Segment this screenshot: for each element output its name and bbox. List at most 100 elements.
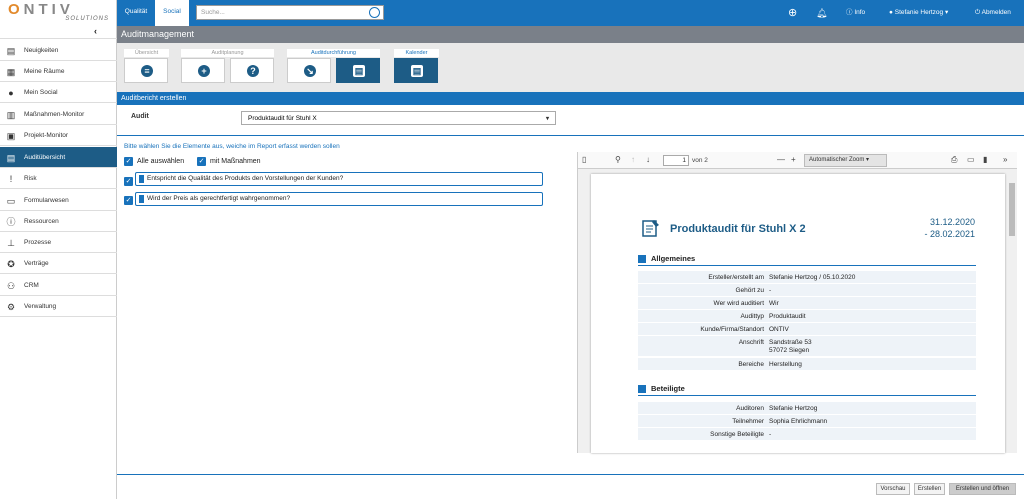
tab-social[interactable]: Social: [155, 0, 189, 26]
item-2-checkbox[interactable]: ✓: [124, 196, 133, 205]
more-tools-icon[interactable]: »: [1003, 155, 1007, 164]
list-item[interactable]: Entspricht die Qualität des Produkts den…: [135, 172, 543, 186]
table-row: Wer wird auditiert Wir: [638, 297, 976, 310]
audit-label: Audit: [131, 113, 149, 120]
pdf-toolbar: ▯ ⚲ ↑ ↓ 1 von 2 — + Automatischer Zoom ▾…: [578, 152, 1017, 169]
add-icon[interactable]: ⊕: [788, 0, 797, 26]
group-execution-label: Auditdurchführung: [287, 49, 380, 57]
page-number-input[interactable]: 1: [663, 155, 689, 166]
folder-icon[interactable]: ▭: [967, 155, 975, 164]
table-row: Audittyp Produktaudit: [638, 310, 976, 323]
sidebar-collapse-button[interactable]: ‹: [0, 26, 117, 39]
sidebar-item-rooms[interactable]: ▦ Meine Räume: [0, 61, 117, 82]
audit-select[interactable]: Produktaudit für Stuhl X ▾: [241, 111, 556, 125]
search-icon[interactable]: ⚲: [615, 155, 621, 164]
arrow-up-icon[interactable]: ↑: [631, 155, 635, 164]
item-marker: [139, 175, 144, 183]
section-header: Auditbericht erstellen: [117, 92, 1024, 105]
resources-icon: ⓘ: [6, 217, 16, 227]
execute-button[interactable]: ↘: [287, 58, 331, 83]
section-marker: [638, 385, 646, 393]
with-measures-checkbox[interactable]: ✓: [197, 157, 206, 166]
sidebar-item-risk[interactable]: ! Risk: [0, 168, 117, 189]
zoom-in-icon[interactable]: +: [791, 155, 796, 164]
sidebar-item-crm[interactable]: ⚇ CRM: [0, 275, 117, 296]
plus-icon: +: [198, 65, 210, 77]
footer-actions: Vorschau Erstellen Erstellen und öffnen: [117, 474, 1024, 499]
page-count: von 2: [692, 157, 708, 164]
user-menu[interactable]: ● Stefanie Hertzog ▾: [889, 0, 948, 26]
item-marker: [139, 195, 144, 203]
zoom-select[interactable]: Automatischer Zoom ▾: [804, 154, 887, 167]
calendar-button[interactable]: ▤: [394, 58, 438, 83]
report-button[interactable]: ▤: [336, 58, 380, 83]
table-row: Teilnehmer Sophia Ehrlichmann: [638, 415, 976, 428]
sidebar-item-audit[interactable]: ▤ Auditübersicht: [0, 147, 117, 168]
sidebar: ONTIV SOLUTIONS ‹ ▤ Neuigkeiten ▦ Meine Rä…: [0, 0, 117, 499]
sidebar-item-resources[interactable]: ⓘ Ressourcen: [0, 211, 117, 232]
logout-icon: ⏻: [975, 9, 981, 16]
arrow-icon: ↘: [304, 65, 316, 77]
item-1-checkbox[interactable]: ✓: [124, 177, 133, 186]
question-icon: ?: [247, 65, 259, 77]
table-row: Kunde/Firma/Standort ONTIV: [638, 323, 976, 336]
add-plan-button[interactable]: +: [181, 58, 225, 83]
info-icon: ⓘ: [846, 9, 853, 16]
help-plan-button[interactable]: ?: [230, 58, 274, 83]
project-icon: ▣: [6, 131, 16, 141]
sidebar-item-projects[interactable]: ▣ Projekt-Monitor: [0, 125, 117, 146]
pdf-page: Produktaudit für Stuhl X 2 31.12.2020- 2…: [591, 174, 1005, 453]
table-row: Ersteller/erstellt am Stefanie Hertzog / …: [638, 271, 976, 284]
logo-o: O: [8, 1, 24, 18]
caret-down-icon: ▾: [545, 116, 549, 122]
with-measures-label: mit Maßnahmen: [210, 158, 261, 165]
news-icon: ▤: [6, 46, 16, 56]
zoom-out-icon[interactable]: —: [777, 155, 785, 164]
audit-row: Audit Produktaudit für Stuhl X ▾: [117, 105, 1024, 136]
scroll-thumb[interactable]: [1009, 183, 1015, 236]
preview-button[interactable]: Vorschau: [876, 483, 910, 495]
user-icon: ●: [8, 88, 14, 98]
select-all-checkbox[interactable]: ✓: [124, 157, 133, 166]
logout-button[interactable]: ⏻ Abmelden: [975, 0, 1011, 26]
search-input[interactable]: Suche...: [196, 5, 384, 20]
print-icon[interactable]: ⎙: [951, 155, 957, 165]
search-placeholder: Suche...: [201, 9, 225, 16]
section-general-heading: Allgemeines: [638, 254, 976, 266]
grid-icon: ▦: [6, 67, 16, 77]
info-button[interactable]: ⓘ Info: [846, 0, 865, 26]
user-icon: ●: [889, 9, 893, 16]
create-open-button[interactable]: Erstellen und öffnen: [949, 483, 1016, 495]
select-all-label: Alle auswählen: [137, 158, 185, 165]
search-icon[interactable]: [369, 7, 380, 18]
instruction-text: Bitte wählen Sie die Elemente aus, weich…: [124, 143, 340, 150]
arrow-down-icon[interactable]: ↓: [646, 155, 650, 164]
sidebar-item-news[interactable]: ▤ Neuigkeiten: [0, 40, 117, 61]
bookmark-icon[interactable]: ▮: [983, 155, 987, 164]
sidebar-toggle-icon[interactable]: ▯: [582, 155, 586, 164]
overview-button[interactable]: ≡: [124, 58, 168, 83]
sidebar-item-forms[interactable]: ▭ Formularwesen: [0, 190, 117, 211]
list-icon: ≡: [141, 65, 153, 77]
section-participants-heading: Beteiligte: [638, 384, 976, 396]
sidebar-item-processes[interactable]: ⊥ Prozesse: [0, 232, 117, 253]
list-item[interactable]: Wird der Preis als gerechtfertigt wahrge…: [135, 192, 543, 206]
caret-down-icon: ▾: [944, 9, 949, 16]
gear-icon: ⚙: [6, 302, 16, 312]
sidebar-item-social[interactable]: ● Mein Social: [0, 82, 117, 103]
sidebar-item-admin[interactable]: ⚙ Verwaltung: [0, 296, 117, 317]
risk-icon: !: [9, 174, 13, 184]
bell-icon[interactable]: 🔔︎: [816, 0, 827, 26]
audit-icon: ▤: [6, 153, 16, 163]
sidebar-item-measures[interactable]: ▥ Maßnahmen-Monitor: [0, 104, 117, 125]
pdf-scrollbar[interactable]: [1007, 169, 1017, 453]
group-overview-label: Übersicht: [124, 49, 169, 57]
table-row: Sonstige Beteiligte -: [638, 428, 976, 441]
logo[interactable]: ONTIV SOLUTIONS: [0, 0, 117, 26]
report-title: Produktaudit für Stuhl X 2: [670, 223, 806, 235]
sidebar-item-contracts[interactable]: ✪ Verträge: [0, 253, 117, 274]
process-icon: ⊥: [7, 238, 15, 248]
tab-quality[interactable]: Qualität: [119, 0, 153, 26]
create-button[interactable]: Erstellen: [914, 483, 945, 495]
contract-icon: ✪: [7, 259, 15, 269]
